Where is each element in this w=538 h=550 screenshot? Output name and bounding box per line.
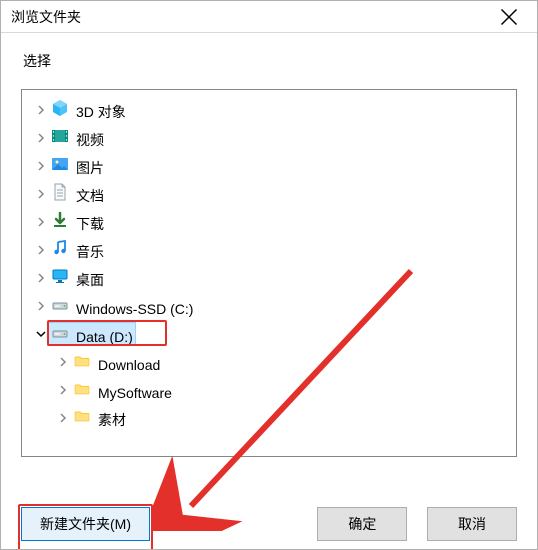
tree-item[interactable]: 素材 [26,404,516,432]
folder-tree[interactable]: 3D 对象视频图片文档下载音乐桌面 Windows-SSD (C:) Data (D… [21,89,517,457]
tree-item-label: Download [98,357,160,373]
tree-item-label: 桌面 [76,272,104,288]
downloads-icon [50,210,70,230]
tree-item[interactable]: 3D 对象 [26,96,516,124]
new-folder-button[interactable]: 新建文件夹(M) [21,507,150,541]
videos-icon [50,126,70,146]
music-icon [50,238,70,258]
tree-item[interactable]: MySoftware [26,376,516,404]
chevron-right-icon[interactable] [32,217,50,227]
tree-item-label: 视频 [76,132,104,148]
close-icon [500,8,518,26]
tree-item[interactable]: 文档 [26,180,516,208]
documents-icon [50,182,70,202]
chevron-right-icon[interactable] [32,161,50,171]
tree-item[interactable]: Download [26,348,516,376]
folder-icon [72,351,92,371]
tree-item-label: 文档 [76,188,104,204]
prompt-text: 选择 [21,47,517,89]
ok-button[interactable]: 确定 [317,507,407,541]
desktop-icon [50,266,70,286]
folder-icon [72,406,92,426]
tree-item[interactable]: 下载 [26,208,516,236]
tree-item[interactable]: 音乐 [26,236,516,264]
chevron-right-icon[interactable] [32,189,50,199]
tree-item-label: 图片 [76,160,104,176]
close-button[interactable] [489,2,529,32]
tree-item-label: 音乐 [76,244,104,260]
tree-item[interactable]: 图片 [26,152,516,180]
pictures-icon [50,154,70,174]
tree-item-label: 3D 对象 [76,104,126,120]
tree-item[interactable]: 桌面 [26,264,516,292]
tree-item[interactable]: Windows-SSD (C:) [26,292,516,320]
drive-icon [50,323,70,343]
window-title: 浏览文件夹 [11,7,81,27]
tree-item-label: Data (D:) [76,329,133,345]
chevron-right-icon[interactable] [32,273,50,283]
tree-item-label: 素材 [98,412,126,428]
folder-icon [72,379,92,399]
tree-item[interactable]: Data (D:) [26,320,516,348]
chevron-right-icon[interactable] [54,385,72,395]
browse-folder-dialog: 浏览文件夹 选择 3D 对象视频图片文档下载音乐桌面 Windows-SSD (C… [0,0,538,550]
cancel-button[interactable]: 取消 [427,507,517,541]
tree-item-label: 下载 [76,216,104,232]
tree-item[interactable]: 视频 [26,124,516,152]
chevron-right-icon[interactable] [54,357,72,367]
chevron-right-icon[interactable] [32,301,50,311]
chevron-right-icon[interactable] [32,245,50,255]
dialog-content: 选择 3D 对象视频图片文档下载音乐桌面 Windows-SSD (C:) Data… [1,33,537,457]
chevron-right-icon[interactable] [32,105,50,115]
drive-icon [50,295,70,315]
tree-item-label: MySoftware [98,385,172,401]
chevron-right-icon[interactable] [32,133,50,143]
tree-item-label: Windows-SSD (C:) [76,301,193,317]
chevron-right-icon[interactable] [54,413,72,423]
button-bar: 新建文件夹(M) 确定 取消 [21,507,517,549]
objects-3d-icon [50,98,70,118]
titlebar: 浏览文件夹 [1,1,537,33]
